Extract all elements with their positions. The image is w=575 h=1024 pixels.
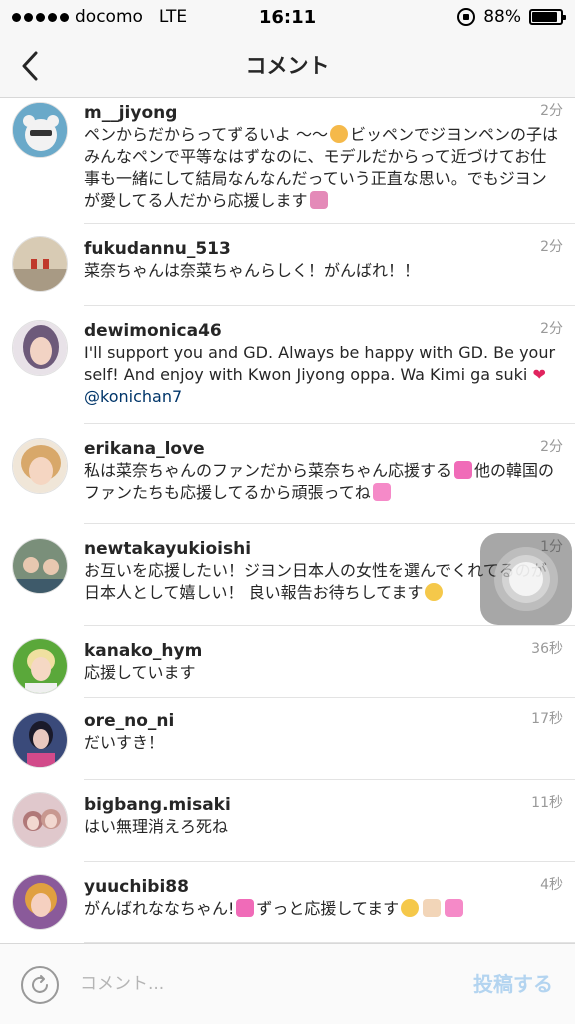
comment-username[interactable]: ore_no_ni	[84, 710, 561, 732]
refresh-icon	[32, 975, 48, 993]
comment-item: yuuchibi88 4秒 がんばれななちゃん! ずっと応援してます	[0, 862, 575, 943]
status-right: 88%	[457, 0, 566, 34]
two-hearts-emoji-icon	[445, 899, 464, 917]
avatar[interactable]	[12, 874, 68, 930]
comment-text-part: がんばれななちゃん!	[84, 899, 235, 918]
comment-username[interactable]: bigbang.misaki	[84, 794, 561, 816]
avatar[interactable]	[12, 236, 68, 292]
status-left: docomo LTE	[12, 7, 232, 27]
comment-text: 菜奈ちゃんは奈菜ちゃんらしく！がんばれ！！	[84, 261, 421, 280]
comment-item: erikana_love 2分 私は菜奈ちゃんのファンだから菜奈ちゃん応援する他…	[0, 424, 575, 524]
smile-emoji-icon	[425, 583, 444, 601]
battery-percent: 88%	[483, 7, 521, 27]
avatar[interactable]	[12, 638, 68, 694]
comment-time: 2分	[540, 439, 563, 455]
comment-text-part: ずっと応援してます	[256, 899, 400, 918]
comment-time: 2分	[540, 239, 563, 255]
assistive-touch-ring	[494, 547, 558, 611]
comment-text: ペンからだからってずるいよ 〜〜 ビッペンでジヨンペンの子はみんなペンで平等なはず…	[84, 124, 561, 212]
signal-strength-icon	[12, 12, 69, 22]
comment-username[interactable]: dewimonica46	[84, 320, 561, 342]
navigation-bar: コメント	[0, 34, 575, 98]
comment-item: m__jiyong 2分 ペンからだからってずるいよ 〜〜 ビッペンでジヨンペンの…	[0, 98, 575, 224]
rotation-lock-icon	[457, 8, 476, 26]
assistive-touch-ring	[502, 555, 550, 603]
thumbs-up-emoji-icon	[423, 899, 442, 917]
comment-item: bigbang.misaki 11秒 はい無理消えろ死ね	[0, 780, 575, 862]
avatar[interactable]	[12, 712, 68, 768]
battery-fill	[532, 12, 557, 22]
comment-username[interactable]: yuuchibi88	[84, 876, 561, 898]
comment-item: fukudannu_513 2分 菜奈ちゃんは奈菜ちゃんらしく！がんばれ！！	[0, 224, 575, 306]
comment-time: 17秒	[531, 711, 563, 727]
avatar[interactable]	[12, 438, 68, 494]
heart-ribbon-emoji-icon	[236, 899, 255, 917]
comment-text: I'll support you and GD. Always be happy…	[84, 342, 561, 408]
comment-time: 4秒	[540, 877, 563, 893]
comment-text: がんばれななちゃん! ずっと応援してます	[84, 898, 561, 920]
assistive-touch-button[interactable]	[480, 533, 572, 625]
comment-text: はい無理消えろ死ね	[84, 817, 229, 836]
comment-time: 2分	[540, 321, 563, 337]
page-title: コメント	[245, 54, 330, 78]
post-button[interactable]: 投稿する	[473, 964, 553, 1004]
comment-username[interactable]: kanako_hym	[84, 640, 561, 662]
comment-item: ore_no_ni 17秒 だいすき！	[0, 698, 575, 780]
comment-text-part: 私は菜奈ちゃんのファンだから菜奈ちゃん応援する	[84, 461, 453, 480]
comment-username[interactable]: m__jiyong	[84, 102, 561, 124]
carrier-label: docomo	[75, 7, 143, 27]
bouquet-emoji-icon	[309, 191, 328, 209]
comment-username[interactable]: fukudannu_513	[84, 238, 561, 260]
comment-text: 私は菜奈ちゃんのファンだから菜奈ちゃん応援する 他の韓国のファンたちも応援してるか…	[84, 460, 561, 504]
mention-link[interactable]: @konichan7	[84, 387, 182, 406]
angry-face-emoji-icon	[329, 125, 348, 143]
assistive-touch-dot	[509, 562, 543, 596]
status-bar: docomo LTE 16:11 88%	[0, 0, 575, 34]
pink-heart-emoji-icon	[454, 461, 473, 479]
comment-text: 応援しています	[84, 663, 196, 682]
comment-item: kanako_hym 36秒 応援しています	[0, 626, 575, 698]
avatar[interactable]	[12, 792, 68, 848]
refresh-button[interactable]	[21, 966, 59, 1004]
avatar[interactable]	[12, 320, 68, 376]
comment-text: だいすき！	[84, 733, 165, 752]
comment-time: 36秒	[531, 641, 563, 657]
comment-username[interactable]: erikana_love	[84, 438, 561, 460]
comment-item: dewimonica46 2分 I'll support you and GD.…	[0, 306, 575, 424]
comment-text-part: I'll support you and GD. Always be happy…	[84, 343, 556, 384]
comment-text-part: お互いを応援したい！ジヨン日本人の女性を選んでくれてるのが日本人として嬉しい！ …	[84, 561, 547, 602]
comment-list[interactable]: m__jiyong 2分 ペンからだからってずるいよ 〜〜 ビッペンでジヨンペンの…	[0, 98, 575, 943]
battery-icon	[529, 9, 566, 25]
comment-input-bar: 投稿する	[0, 943, 575, 1024]
avatar[interactable]	[12, 538, 68, 594]
avatar[interactable]	[12, 102, 68, 158]
comment-time: 2分	[540, 103, 563, 119]
smile-emoji-icon	[401, 899, 420, 917]
heart-emoji-icon: ❤	[532, 365, 546, 384]
comment-time: 11秒	[531, 795, 563, 811]
comment-text-part: ペンからだからってずるいよ 〜〜	[84, 125, 328, 144]
network-label: LTE	[158, 7, 188, 27]
comment-input[interactable]	[80, 964, 440, 1004]
two-hearts-emoji-icon	[372, 483, 391, 501]
